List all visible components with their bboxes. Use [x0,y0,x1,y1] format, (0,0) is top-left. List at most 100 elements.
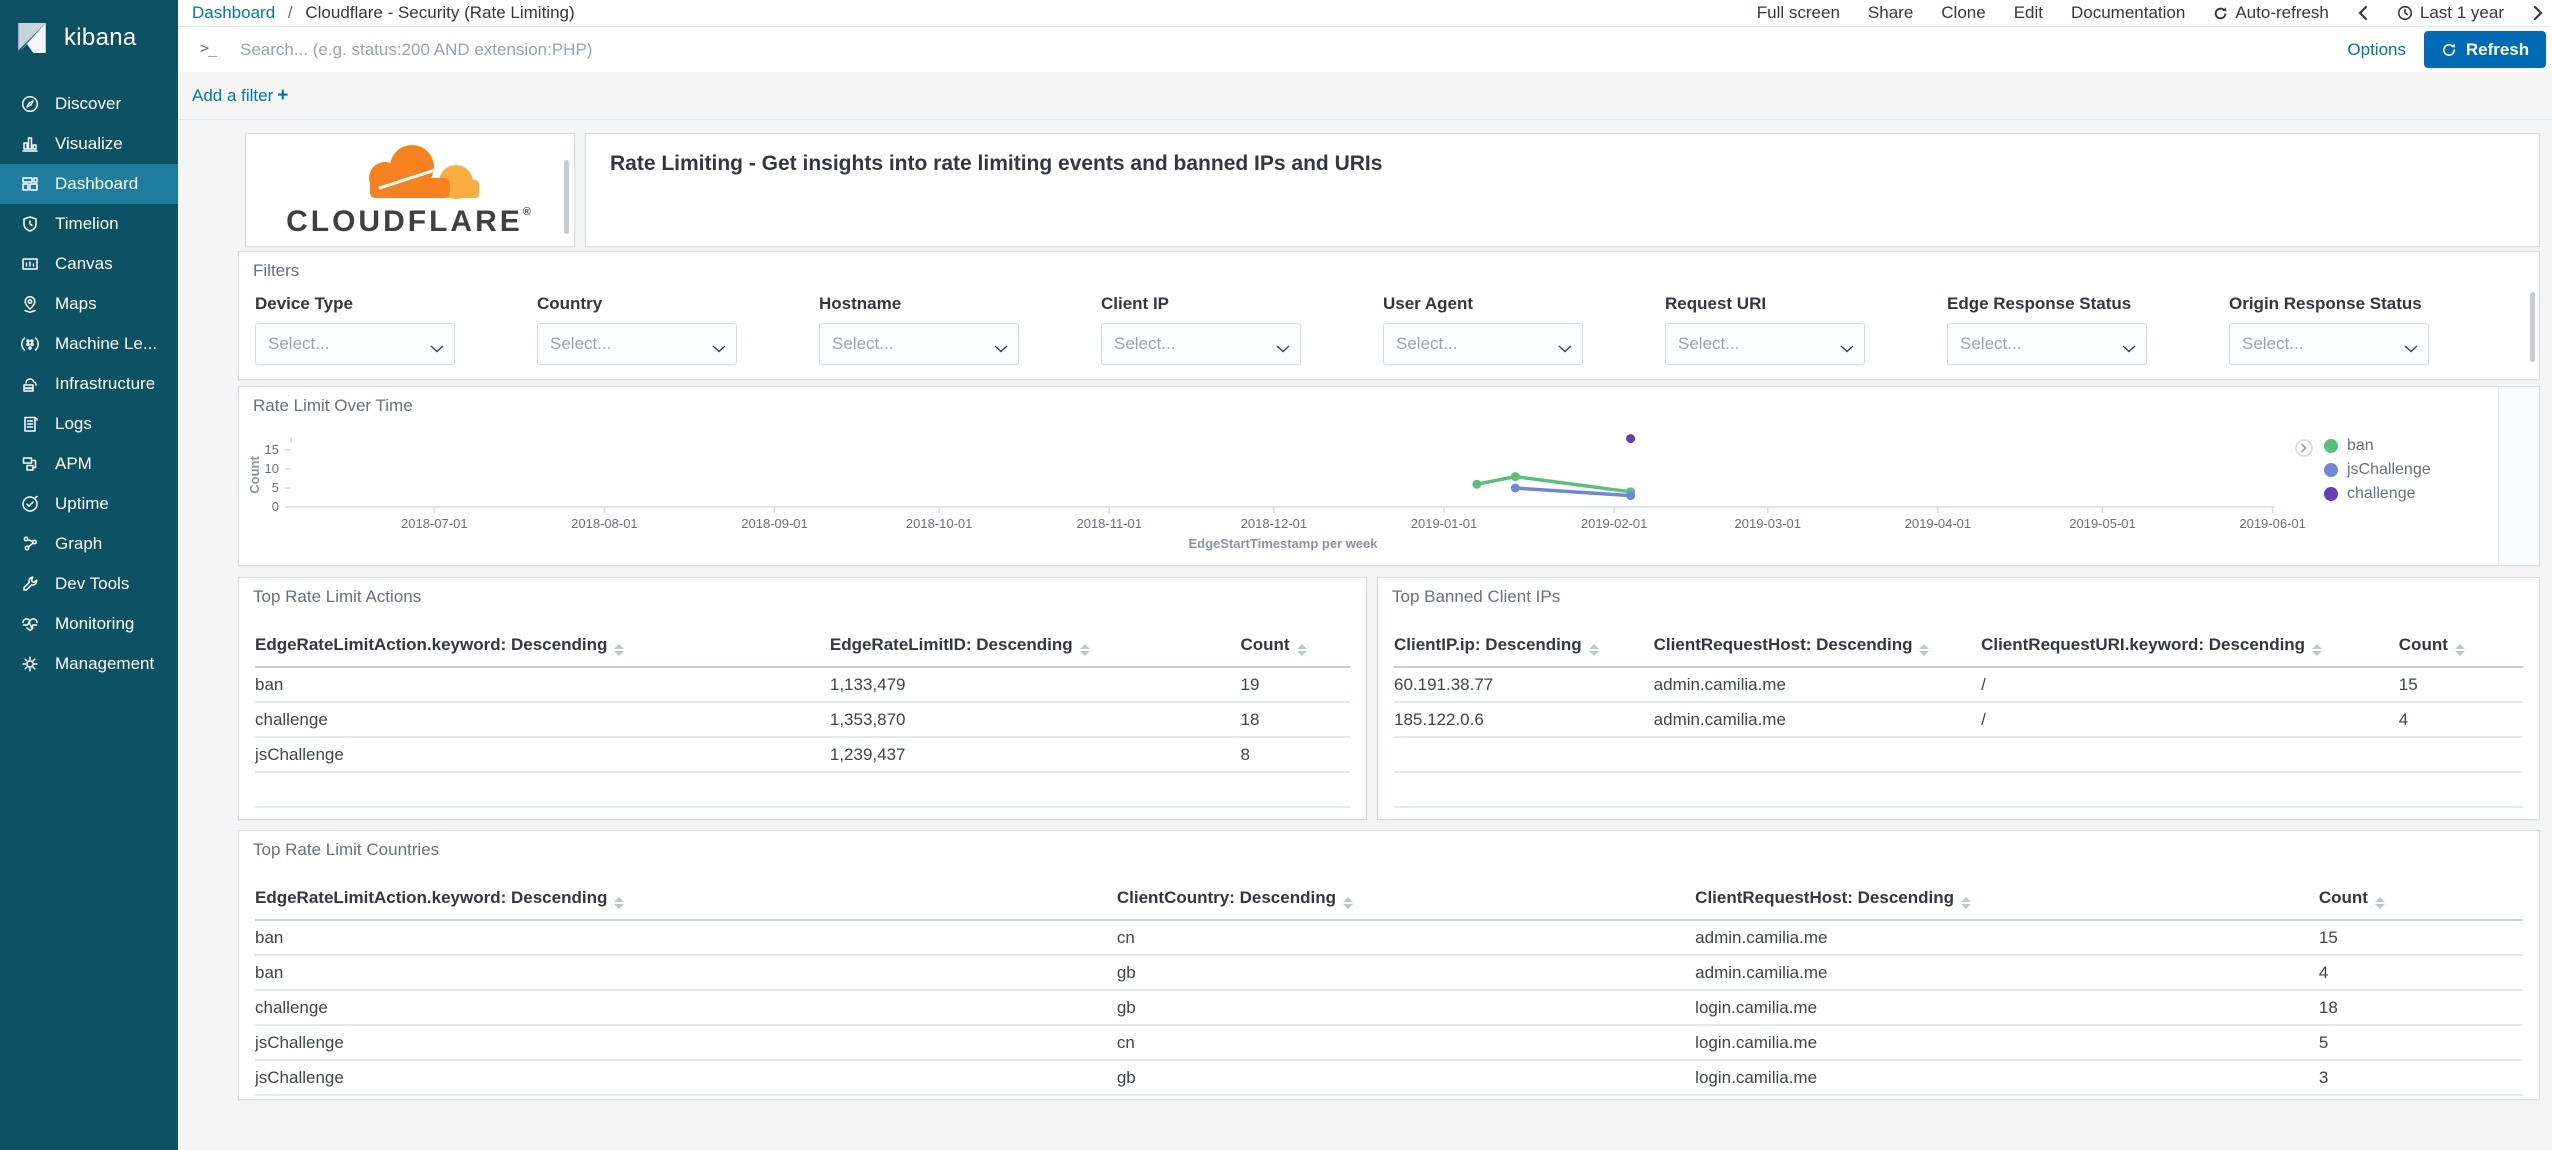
sidebar-item-dev-tools[interactable]: Dev Tools [0,564,178,604]
column-header-clientrequesthost[interactable]: ClientRequestHost: Descending [1653,624,1982,668]
chevron-down-icon [1276,340,1290,358]
column-header-edgeratelimitaction-keyword[interactable]: EdgeRateLimitAction.keyword: Descending [255,877,1117,921]
table-header-row: ClientIP.ip: Descending ClientRequestHost… [1394,624,2523,668]
kibana-logo-text: kibana [64,24,137,51]
sidebar-item-uptime[interactable]: Uptime [0,484,178,524]
table-empty-row [1394,737,2523,773]
column-header-count[interactable]: Count [2398,624,2523,668]
kibana-logo-icon [12,18,52,58]
filter-select-hostname[interactable]: Select... [819,323,1019,365]
sidebar-item-label: Maps [55,294,97,313]
filter-request-uri: Request URI Select... [1665,294,1865,365]
filter-select-origin-response-status[interactable]: Select... [2229,323,2429,365]
sidebar-nav: Discover Visualize Dashboard Timelion Canvas… [0,84,178,684]
time-picker-prev-icon[interactable] [2357,5,2369,21]
countries-table-title: Top Rate Limit Countries [253,840,440,859]
sidebar-item-maps[interactable]: Maps [0,284,178,324]
top-header: Dashboard / Cloudflare - Security (Rate … [178,0,2552,120]
filter-select-country[interactable]: Select... [537,323,737,365]
filter-user-agent: User Agent Select... [1383,294,1583,365]
sort-icon [2374,896,2385,909]
plus-icon: + [277,85,289,106]
banned-ips-table: ClientIP.ip: Descending ClientRequestHost… [1394,624,2523,808]
sidebar-item-label: Canvas [55,254,113,273]
series-point-jschallenge[interactable] [1510,483,1520,493]
column-header-count[interactable]: Count [1240,624,1350,668]
x-tick-label: 2018-12-01 [1241,516,1308,531]
x-tick-label: 2019-01-01 [1411,516,1478,531]
select-placeholder: Select... [2242,334,2304,353]
table-cell-empty [1981,737,2399,773]
filter-label: Edge Response Status [1947,294,2132,313]
sidebar-item-dashboard[interactable]: Dashboard [0,164,178,204]
nav-action-documentation[interactable]: Documentation [2071,3,2185,23]
filter-select-client-ip[interactable]: Select... [1101,323,1301,365]
options-link[interactable]: Options [2347,27,2406,72]
sidebar-item-discover[interactable]: Discover [0,84,178,124]
series-point-ban[interactable] [1472,479,1482,489]
sort-icon [2454,643,2465,656]
cloudflare-logo-text: CLOUDFLARE [286,205,523,238]
nav-action-auto-refresh[interactable]: Auto-refresh [2213,3,2329,23]
nav-action-clone[interactable]: Clone [1941,3,1985,23]
filter-select-request-uri[interactable]: Select... [1665,323,1865,365]
sidebar-item-management[interactable]: Management [0,644,178,684]
column-header-edgeratelimitid[interactable]: EdgeRateLimitID: Descending [829,624,1241,668]
apm-nodes-icon [20,454,40,474]
sidebar-item-logs[interactable]: Logs [0,404,178,444]
table-cell: admin.camilia.me [1653,667,1982,703]
y-tick-label: 5 [272,480,279,495]
column-header-label: EdgeRateLimitAction.keyword: Descending [255,887,608,907]
time-picker[interactable]: Last 1 year [2397,3,2504,23]
table-cell: ban [255,920,1117,956]
banned-ips-table-title: Top Banned Client IPs [1392,587,1561,606]
panel-scrollbar[interactable] [2530,292,2535,362]
panel-scrollbar[interactable] [564,160,569,234]
legend-label: ban [2347,437,2374,454]
nav-action-full-screen[interactable]: Full screen [1757,3,1840,23]
sidebar-item-label: Logs [55,414,92,433]
breadcrumb-dashboard-link[interactable]: Dashboard [192,3,275,22]
series-point-jschallenge[interactable] [1626,491,1636,501]
column-header-clientrequesturi-keyword[interactable]: ClientRequestURI.keyword: Descending [1981,624,2399,668]
nav-action-edit[interactable]: Edit [2014,3,2043,23]
add-filter-link[interactable]: Add a filter + [192,72,288,119]
legend-item-jschallenge[interactable]: jsChallenge [2324,461,2431,479]
legend-toggle-icon[interactable] [2295,439,2313,462]
sort-icon [614,896,625,909]
search-input[interactable]: Search... (e.g. status:200 AND extension… [240,27,2192,72]
series-point-ban[interactable] [1510,472,1520,482]
legend-item-ban[interactable]: ban [2324,437,2431,455]
refresh-button[interactable]: Refresh [2424,31,2546,68]
breadcrumb: Dashboard / Cloudflare - Security (Rate … [192,0,575,26]
sidebar-item-graph[interactable]: Graph [0,524,178,564]
nav-action-share[interactable]: Share [1868,3,1913,23]
sidebar-item-infrastructure[interactable]: Infrastructure [0,364,178,404]
filter-select-user-agent[interactable]: Select... [1383,323,1583,365]
sidebar-item-machine-learning[interactable]: Machine Le... [0,324,178,364]
filter-label: Country [537,294,603,313]
table-row: jsChallenge cn login.camilia.me 5 [255,1025,2523,1061]
filter-select-edge-response-status[interactable]: Select... [1947,323,2147,365]
sidebar-item-apm[interactable]: APM [0,444,178,484]
time-picker-next-icon[interactable] [2532,5,2544,21]
column-header-count[interactable]: Count [2318,877,2523,921]
filter-select-device-type[interactable]: Select... [255,323,455,365]
column-header-clientcountry[interactable]: ClientCountry: Descending [1116,877,1696,921]
kibana-logo[interactable]: kibana [0,0,178,64]
legend-item-challenge[interactable]: challenge [2324,485,2431,503]
column-header-clientip-ip[interactable]: ClientIP.ip: Descending [1394,624,1654,668]
sidebar-item-visualize[interactable]: Visualize [0,124,178,164]
filter-label: User Agent [1383,294,1474,313]
column-header-label: Count [1240,634,1290,654]
sidebar-item-monitoring[interactable]: Monitoring [0,604,178,644]
column-header-edgeratelimitaction-keyword[interactable]: EdgeRateLimitAction.keyword: Descending [255,624,830,668]
column-header-clientrequesthost[interactable]: ClientRequestHost: Descending [1695,877,2319,921]
series-point-challenge[interactable] [1626,434,1636,444]
console-prompt-icon: >_ [200,39,217,57]
rate-limit-chart[interactable]: 2018-07-01 2018-08-01 2018-09-01 2018-10-01… [239,387,2539,565]
sidebar-item-canvas[interactable]: Canvas [0,244,178,284]
sidebar-item-label: Dev Tools [55,574,130,593]
table-cell: login.camilia.me [1695,1060,2319,1096]
sidebar-item-timelion[interactable]: Timelion [0,204,178,244]
